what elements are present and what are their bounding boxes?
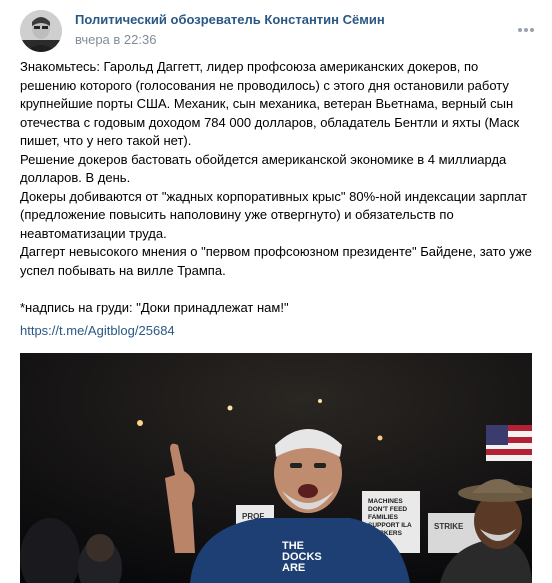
post-time[interactable]: вчера в 22:36	[75, 32, 156, 47]
svg-text:STRIKE: STRIKE	[434, 522, 464, 531]
post-text: Знакомьтесь: Гарольд Даггетт, лидер проф…	[20, 59, 532, 315]
post-header: Политический обозреватель Константин Сём…	[20, 10, 538, 52]
avatar-photo	[20, 10, 62, 52]
protest-photo: PROF MACHINES DON'T FEED FAMILIES SUPPORT I…	[20, 353, 532, 583]
wall-post: Политический обозреватель Константин Сём…	[0, 0, 552, 583]
post-link[interactable]: https://t.me/Agitblog/25684	[20, 323, 175, 338]
us-flag	[486, 425, 532, 461]
more-icon[interactable]	[514, 20, 538, 40]
post-photo[interactable]: PROF MACHINES DON'T FEED FAMILIES SUPPORT I…	[20, 353, 532, 583]
author-avatar[interactable]	[20, 10, 62, 52]
author-name[interactable]: Политический обозреватель Константин Сём…	[75, 12, 385, 27]
